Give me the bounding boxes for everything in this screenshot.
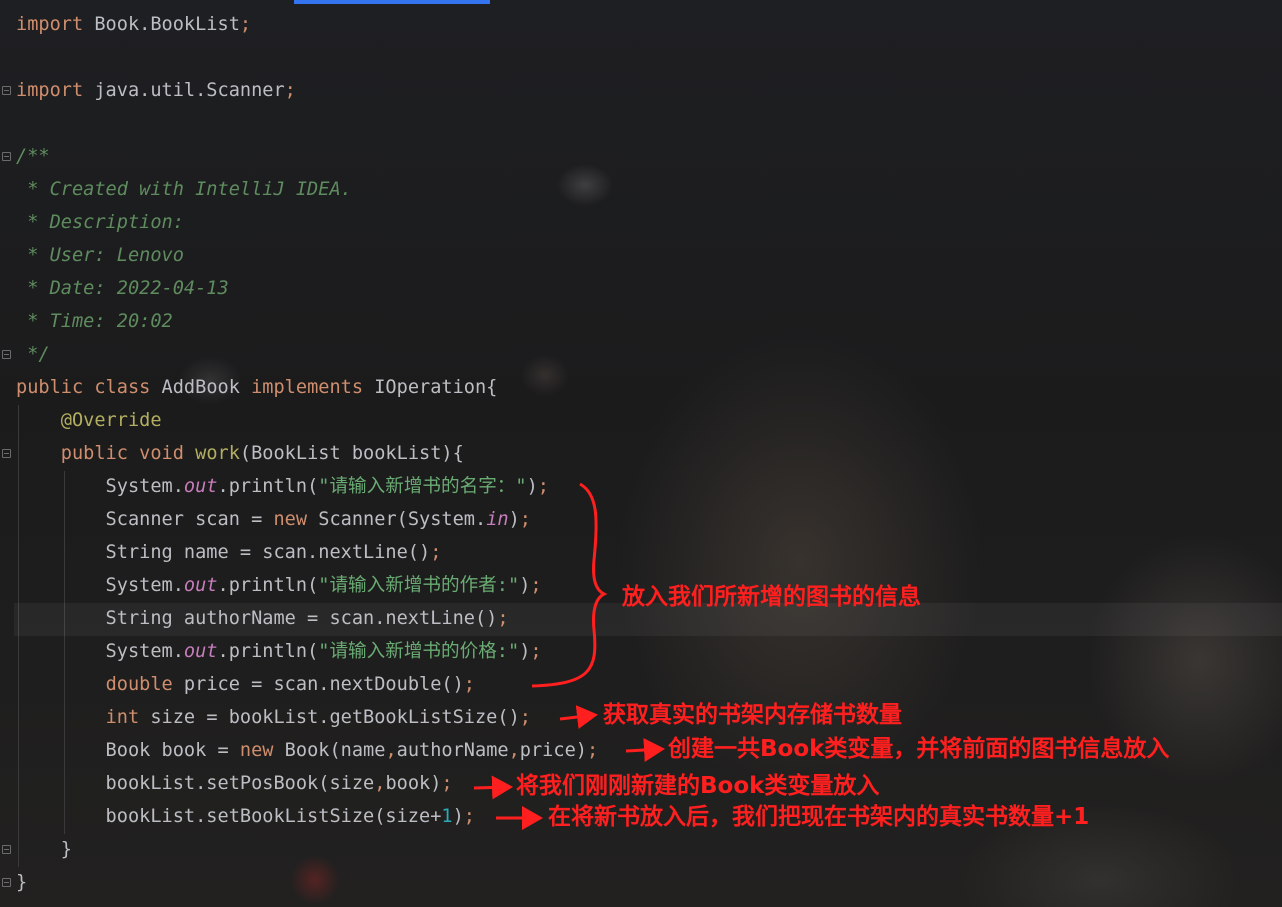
annotation-get-size: 获取真实的书架内存储书数量 xyxy=(603,702,902,728)
annotation-update-size: 在将新书放入后，我们把现在书架内的真实书数量+1 xyxy=(548,804,1090,830)
arrow-create-book xyxy=(625,738,665,762)
curly-brace-mark xyxy=(531,482,608,688)
annotation-marks xyxy=(473,482,665,830)
arrow-set-pos xyxy=(473,775,513,800)
arrow-get-size xyxy=(559,705,598,729)
annotation-create-book: 创建一共Book类变量，并将前面的图书信息放入 xyxy=(668,736,1170,762)
annotation-info-block: 放入我们所新增的图书的信息 xyxy=(622,584,921,610)
annotation-set-pos: 将我们刚刚新建的Book类变量放入 xyxy=(516,773,880,799)
